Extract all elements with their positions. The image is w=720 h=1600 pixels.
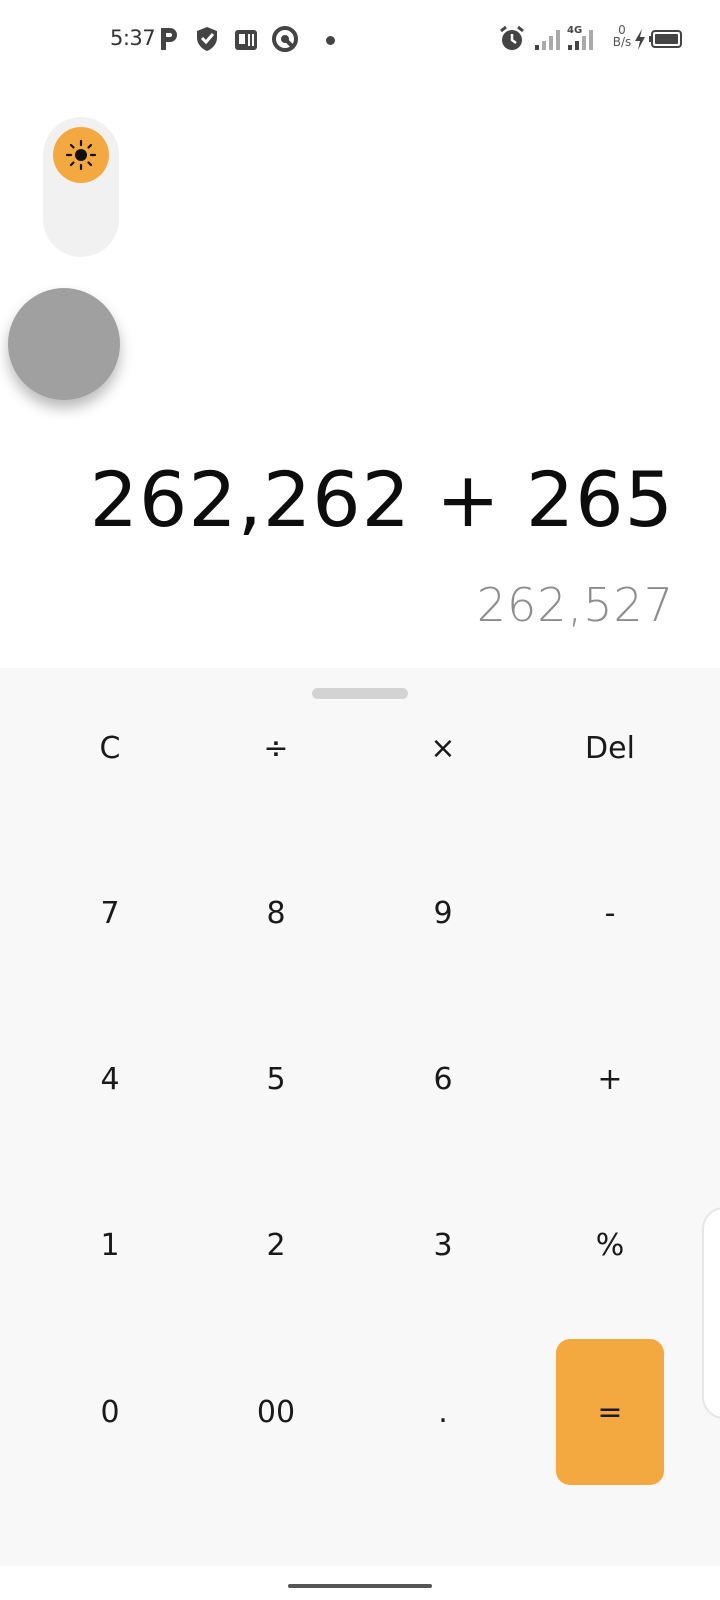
- result-display: 262,527: [476, 578, 674, 632]
- theme-toggle[interactable]: [43, 117, 119, 257]
- digit-2-button[interactable]: 2: [193, 1185, 359, 1305]
- divide-button[interactable]: ÷: [193, 688, 359, 808]
- signal-icon: [535, 30, 560, 50]
- shield-icon: [197, 27, 217, 51]
- alarm-icon: [500, 25, 524, 50]
- delete-button[interactable]: Del: [527, 688, 693, 808]
- expression-display: 262,262 + 265: [89, 455, 674, 544]
- clear-button[interactable]: C: [27, 688, 193, 808]
- battery-icon: [649, 30, 682, 48]
- floating-assistive-button[interactable]: [8, 288, 120, 400]
- parking-app-icon: [161, 28, 177, 50]
- status-time: 5:37: [110, 26, 156, 50]
- circle-app-icon: [272, 26, 298, 52]
- digit-9-button[interactable]: 9: [360, 853, 526, 973]
- equals-button[interactable]: =: [556, 1339, 664, 1485]
- digit-4-button[interactable]: 4: [27, 1019, 193, 1139]
- double-zero-button[interactable]: 00: [193, 1352, 359, 1472]
- percent-button[interactable]: %: [527, 1185, 693, 1305]
- network-speed-unit: B/s: [612, 35, 632, 49]
- keypad-panel: C ÷ × Del 7 8 9 - 4 5 6 + 1 2 3 % 0 00 .…: [0, 668, 720, 1566]
- subtract-button[interactable]: -: [527, 853, 693, 973]
- edge-panel-handle[interactable]: [702, 1207, 720, 1419]
- document-app-icon: [235, 30, 257, 50]
- notification-dot-icon: [326, 36, 335, 45]
- digit-7-button[interactable]: 7: [27, 853, 193, 973]
- digit-0-button[interactable]: 0: [27, 1352, 193, 1472]
- sun-icon: [65, 139, 97, 171]
- network-type-label: 4G: [567, 25, 582, 36]
- home-gesture-bar[interactable]: [288, 1584, 432, 1588]
- charging-icon: [635, 29, 645, 50]
- digit-3-button[interactable]: 3: [360, 1185, 526, 1305]
- signal-4g-icon: 4G: [567, 25, 593, 50]
- digit-8-button[interactable]: 8: [193, 853, 359, 973]
- status-bar: 5:37 4G 0 B/s: [0, 0, 720, 80]
- digit-5-button[interactable]: 5: [193, 1019, 359, 1139]
- add-button[interactable]: +: [527, 1019, 693, 1139]
- theme-toggle-knob[interactable]: [53, 127, 109, 183]
- network-speed: 0 B/s: [610, 24, 634, 48]
- digit-6-button[interactable]: 6: [360, 1019, 526, 1139]
- digit-1-button[interactable]: 1: [27, 1185, 193, 1305]
- decimal-point-button[interactable]: .: [360, 1352, 526, 1472]
- multiply-button[interactable]: ×: [360, 688, 526, 808]
